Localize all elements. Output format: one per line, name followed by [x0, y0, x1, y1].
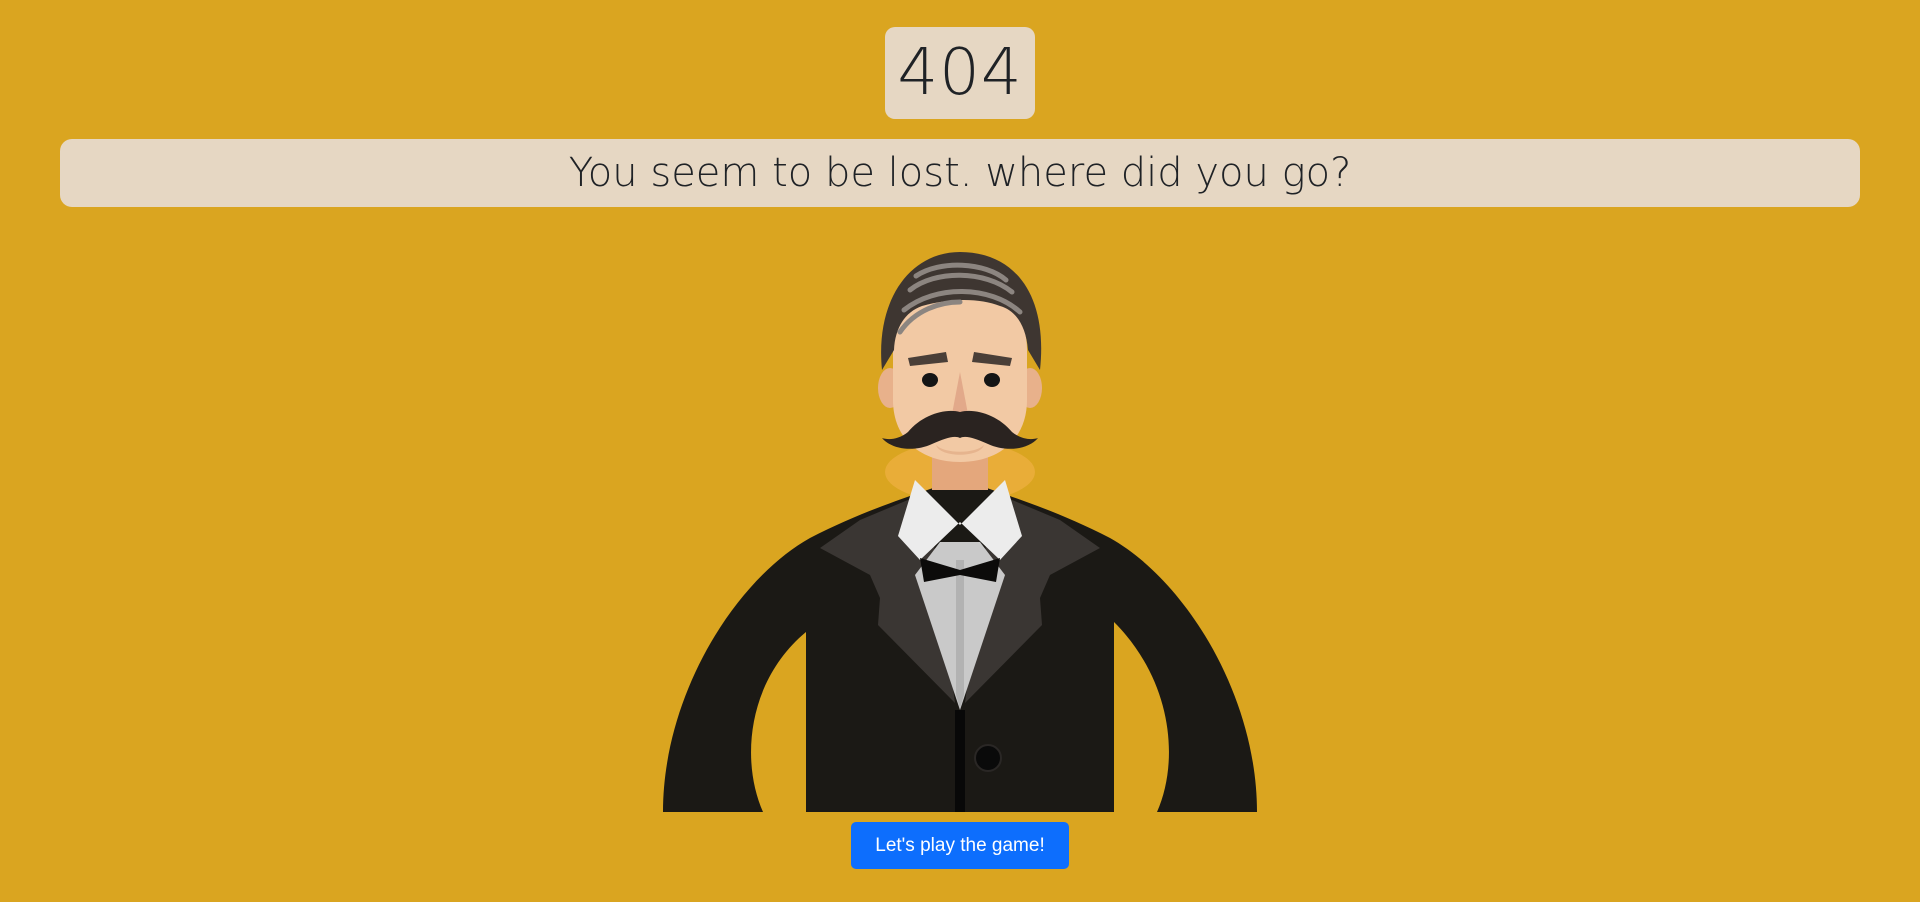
error-message-box: You seem to be lost. where did you go?: [60, 139, 1860, 207]
jacket-button: [974, 744, 1002, 772]
left-eye: [922, 373, 938, 387]
right-eye: [984, 373, 1000, 387]
shirt-placket: [956, 560, 964, 708]
error-message: You seem to be lost. where did you go?: [568, 150, 1352, 196]
gentleman-illustration: [663, 252, 1257, 812]
error-code: 404: [897, 36, 1023, 110]
error-code-box: 404: [885, 27, 1035, 119]
error-page: 404 You seem to be lost. where did you g…: [0, 0, 1920, 902]
jacket-opening: [955, 710, 965, 812]
play-game-button[interactable]: Let's play the game!: [851, 822, 1069, 869]
